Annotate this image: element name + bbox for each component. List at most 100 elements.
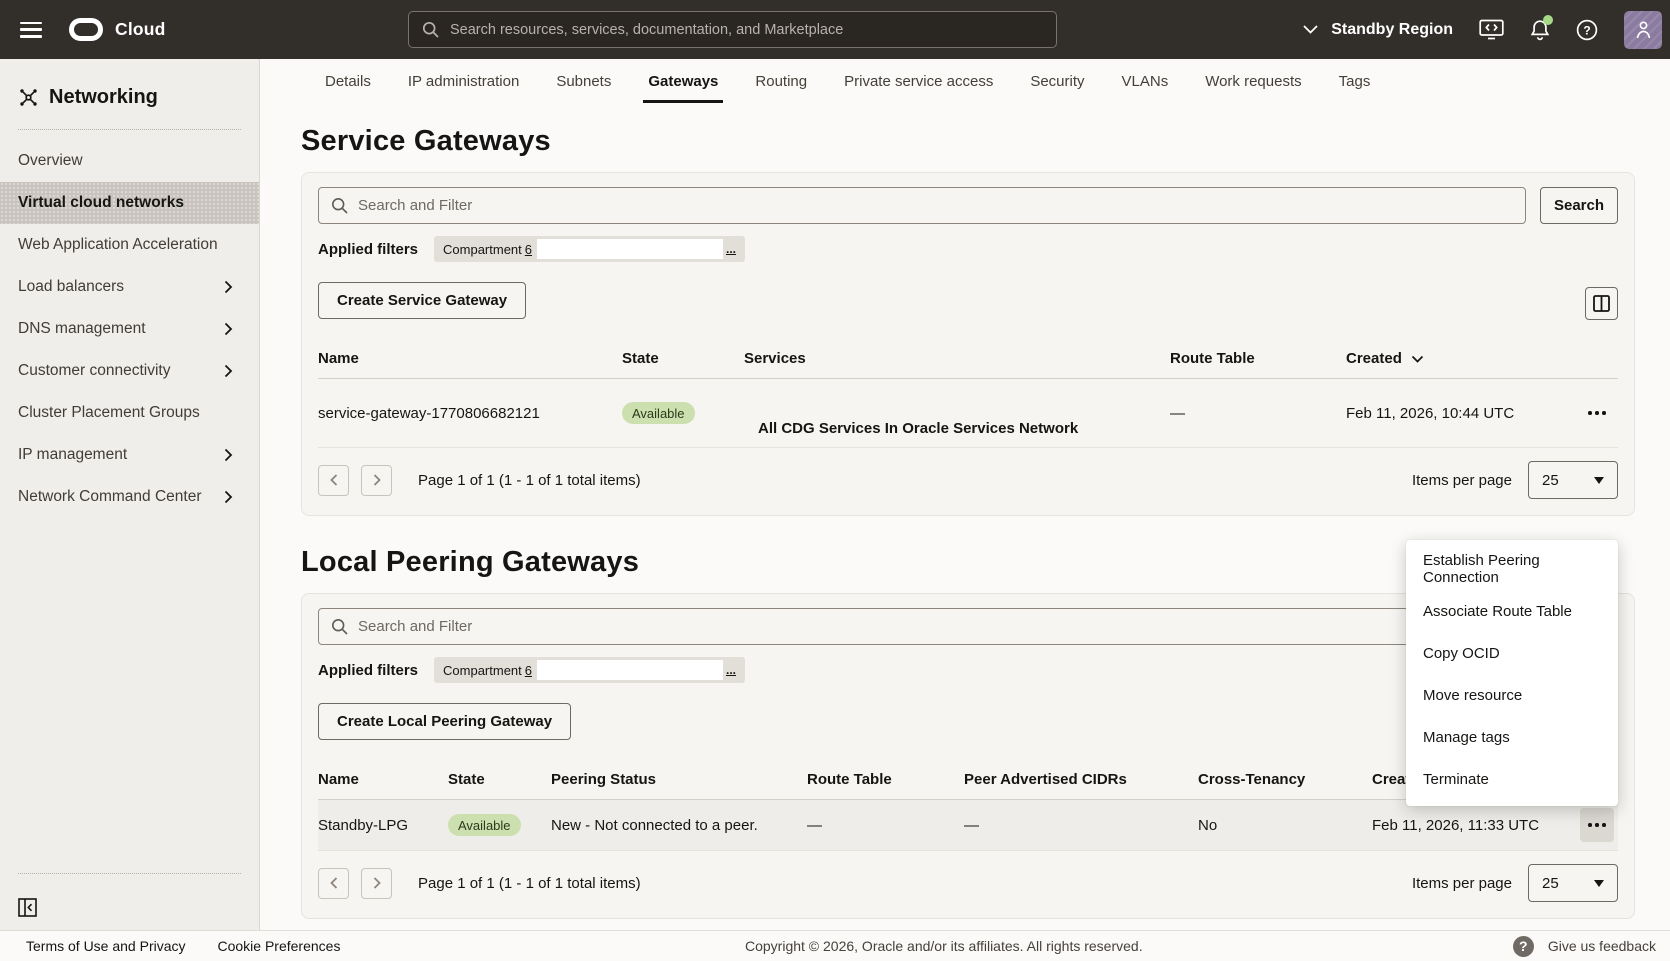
status-badge: Available [622,402,695,424]
cookie-preferences-link[interactable]: Cookie Preferences [218,938,341,954]
chevron-right-icon [224,364,233,378]
lpg-search-filter[interactable] [318,608,1526,645]
sidebar-item-customer-connectivity[interactable]: Customer connectivity [0,350,259,392]
menu-item-associate-route-table[interactable]: Associate Route Table [1406,590,1618,632]
filter-chip-more-link[interactable]: ... [726,663,736,677]
lpg-items-per-page-select[interactable]: 25 [1528,864,1618,902]
menu-item-establish-peering-connection[interactable]: Establish Peering Connection [1406,548,1618,590]
lpg-next-page-button[interactable] [361,868,392,899]
filter-chip-value: 6 [525,242,532,257]
sg-search-filter[interactable] [318,187,1526,224]
sg-search-input[interactable] [358,197,1513,214]
sg-applied-filters-label: Applied filters [318,241,418,258]
lpg-cell-peer-advertised-cidrs: — [964,817,1198,834]
footer-help-icon[interactable]: ? [1513,936,1534,957]
service-gateways-panel: Search Applied filters Compartment 6 ...… [301,172,1635,516]
person-icon [1635,20,1652,39]
topbar: Cloud Standby Region ? [0,0,1670,59]
sidebar-item-label: IP management [18,446,127,464]
feedback-link[interactable]: Give us feedback [1548,938,1656,954]
sg-cell-services: All CDG Services In Oracle Services Netw… [744,420,1170,447]
sg-search-button[interactable]: Search [1540,187,1618,224]
sg-cell-created: Feb 11, 2026, 10:44 UTC [1346,405,1576,422]
sidebar-item-ip-management[interactable]: IP management [0,434,259,476]
sidebar-item-label: Customer connectivity [18,362,170,380]
tab-security[interactable]: Security [1027,61,1087,102]
menu-item-manage-tags[interactable]: Manage tags [1406,716,1618,758]
region-label: Standby Region [1331,21,1453,39]
table-row: Standby-LPG Available New - Not connecte… [318,800,1618,851]
global-search[interactable] [408,11,1057,48]
help-button[interactable]: ? [1576,19,1598,41]
hamburger-icon [20,22,42,38]
sg-col-created[interactable]: Created [1346,350,1576,367]
lpg-row-actions-button[interactable] [1580,808,1614,842]
hamburger-menu-button[interactable] [20,22,42,38]
sidebar-item-network-command-center[interactable]: Network Command Center [0,476,259,518]
chevron-right-icon [224,490,233,504]
sg-manage-columns-button[interactable] [1585,287,1618,320]
sg-prev-page-button[interactable] [318,465,349,496]
tab-private-service-access[interactable]: Private service access [841,61,996,102]
user-avatar[interactable] [1624,11,1662,49]
lpg-col-name: Name [318,771,448,788]
columns-icon [1593,295,1610,312]
menu-item-terminate[interactable]: Terminate [1406,758,1618,800]
tab-details[interactable]: Details [322,61,374,102]
sg-row-actions-button[interactable] [1580,396,1614,430]
filter-chip-value: 6 [525,663,532,678]
sidebar-item-dns-management[interactable]: DNS management [0,308,259,350]
lpg-col-peer-advertised-cidrs: Peer Advertised CIDRs [964,771,1198,788]
status-badge: Available [448,814,521,836]
menu-item-copy-ocid[interactable]: Copy OCID [1406,632,1618,674]
sidebar-item-overview[interactable]: Overview [0,140,259,182]
cloud-shell-button[interactable] [1479,19,1504,40]
sidebar-item-label: Cluster Placement Groups [18,404,200,422]
lpg-col-route-table: Route Table [807,771,964,788]
tab-ip-administration[interactable]: IP administration [405,61,522,102]
sg-col-services: Services [744,350,1170,367]
global-search-input[interactable] [450,22,1043,38]
sg-next-page-button[interactable] [361,465,392,496]
tab-vlans[interactable]: VLANs [1119,61,1172,102]
tab-routing[interactable]: Routing [752,61,810,102]
lpg-items-per-page-value: 25 [1542,875,1559,892]
sidebar-item-load-balancers[interactable]: Load balancers [0,266,259,308]
terms-link[interactable]: Terms of Use and Privacy [26,938,186,954]
tab-gateways[interactable]: Gateways [645,61,721,102]
lpg-col-peering-status: Peering Status [551,771,807,788]
sg-cell-route-table: — [1170,405,1346,422]
tab-tags[interactable]: Tags [1336,61,1374,102]
lpg-search-input[interactable] [358,618,1513,635]
sidebar-item-label: Network Command Center [18,488,201,506]
filter-chip-label: Compartment [443,242,522,257]
oracle-logo-icon [69,18,103,41]
notifications-button[interactable] [1530,19,1550,41]
sidebar-divider [18,129,241,130]
lpg-cell-route-table: — [807,817,964,834]
caret-down-icon [1594,880,1604,887]
sg-compartment-filter-chip[interactable]: Compartment 6 ... [434,236,745,262]
create-local-peering-gateway-button[interactable]: Create Local Peering Gateway [318,703,571,740]
menu-item-move-resource[interactable]: Move resource [1406,674,1618,716]
chevron-left-icon [330,474,338,486]
sidebar: Networking Overview Virtual cloud networ… [0,59,260,930]
tab-subnets[interactable]: Subnets [553,61,614,102]
sidebar-item-label: Load balancers [18,278,124,296]
filter-chip-more-link[interactable]: ... [726,242,736,256]
lpg-prev-page-button[interactable] [318,868,349,899]
sg-items-per-page-select[interactable]: 25 [1528,461,1618,499]
tab-work-requests[interactable]: Work requests [1202,61,1304,102]
lpg-compartment-filter-chip[interactable]: Compartment 6 ... [434,657,745,683]
collapse-sidebar-button[interactable] [18,898,37,917]
chevron-right-icon [373,877,381,889]
create-service-gateway-button[interactable]: Create Service Gateway [318,282,526,319]
caret-down-icon [1594,477,1604,484]
topbar-right: Standby Region ? [1303,0,1662,59]
sidebar-item-cluster-placement-groups[interactable]: Cluster Placement Groups [0,392,259,434]
chevron-right-icon [224,280,233,294]
region-selector[interactable]: Standby Region [1303,21,1453,39]
sidebar-item-virtual-cloud-networks[interactable]: Virtual cloud networks [0,182,259,224]
chevron-right-icon [224,322,233,336]
sidebar-item-web-application-acceleration[interactable]: Web Application Acceleration [0,224,259,266]
